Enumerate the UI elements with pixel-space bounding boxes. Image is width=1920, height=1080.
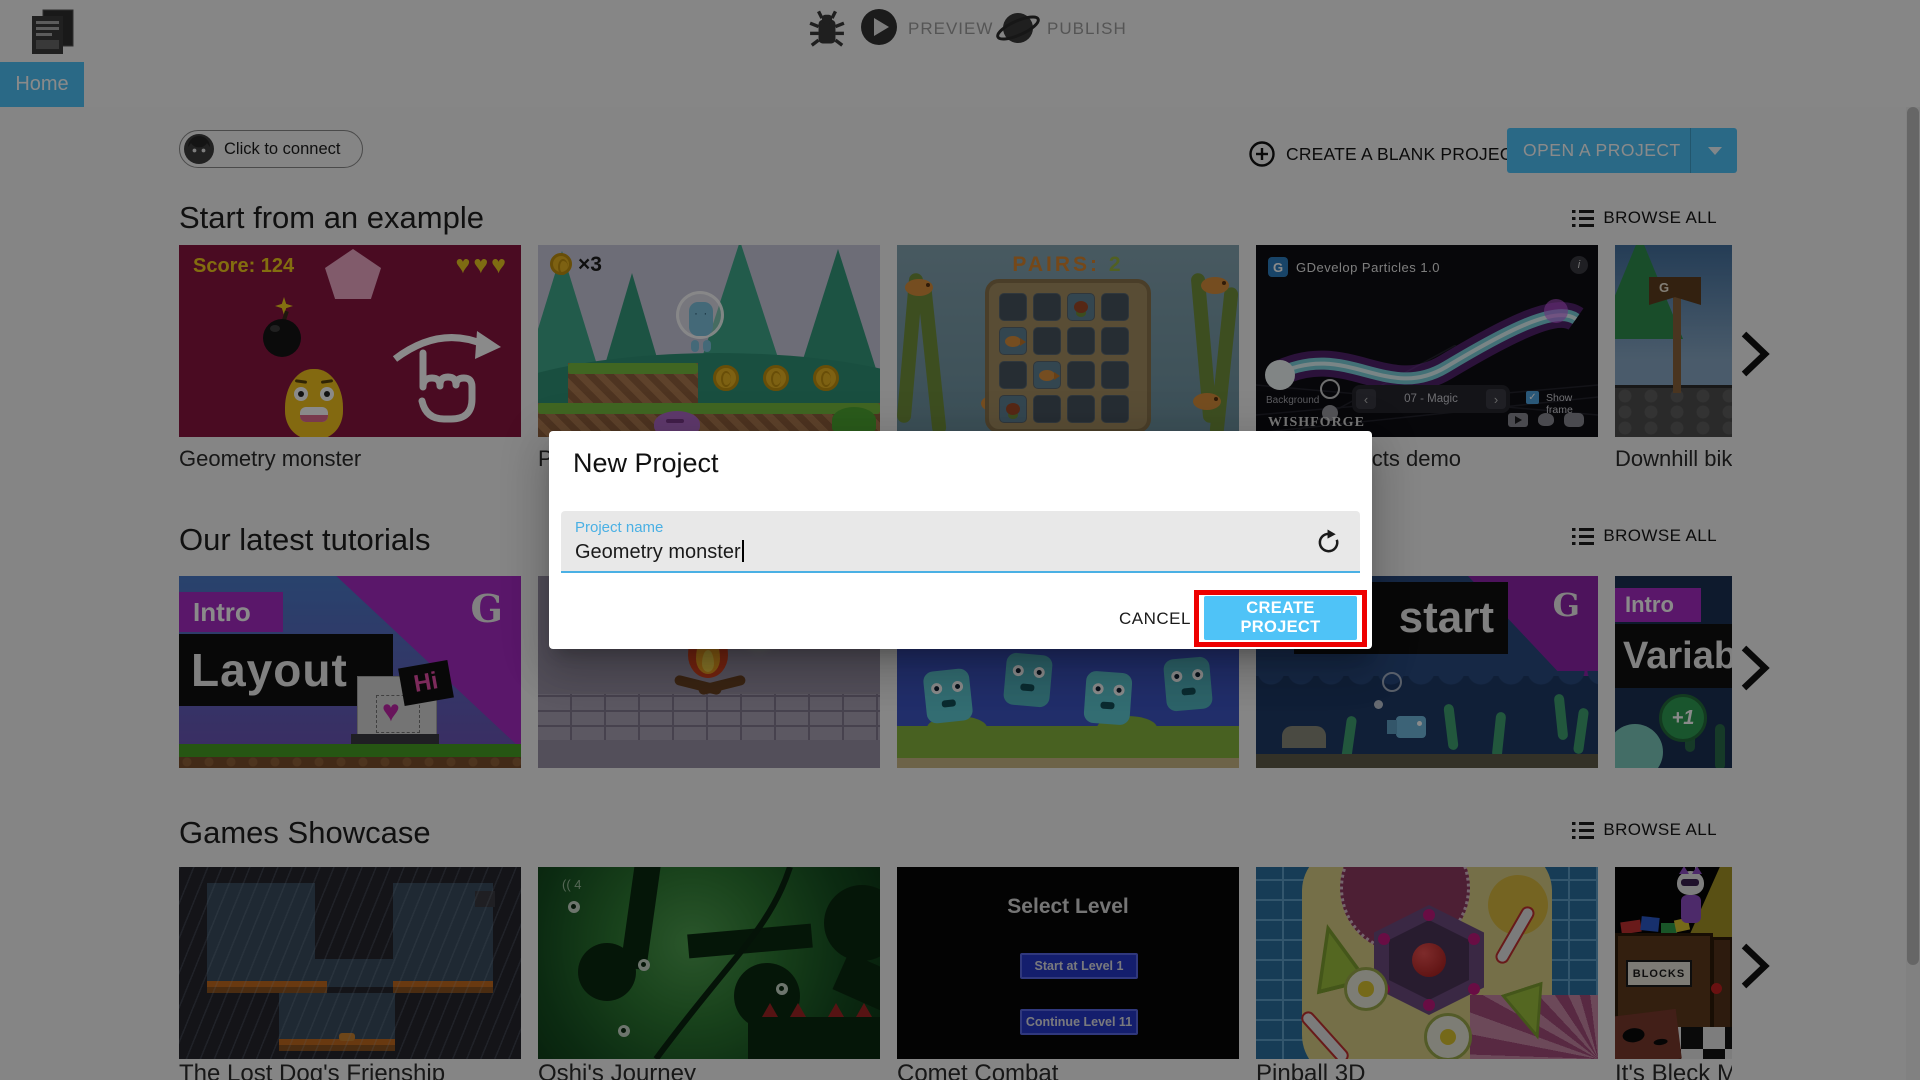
annotation-highlight xyxy=(1194,590,1367,647)
project-name-label: Project name xyxy=(575,519,664,536)
cancel-button[interactable]: CANCEL xyxy=(1119,609,1191,629)
new-project-dialog: New Project Project name Geometry monste… xyxy=(549,431,1372,649)
project-name-value[interactable]: Geometry monster xyxy=(575,540,744,564)
gdevelop-window: PREVIEW PUBLISH Home Click to connect CR… xyxy=(0,0,1920,1080)
dialog-title: New Project xyxy=(573,448,719,478)
text-cursor xyxy=(741,540,744,562)
refresh-icon[interactable] xyxy=(1315,529,1342,556)
project-name-field[interactable]: Project name Geometry monster xyxy=(561,511,1360,573)
